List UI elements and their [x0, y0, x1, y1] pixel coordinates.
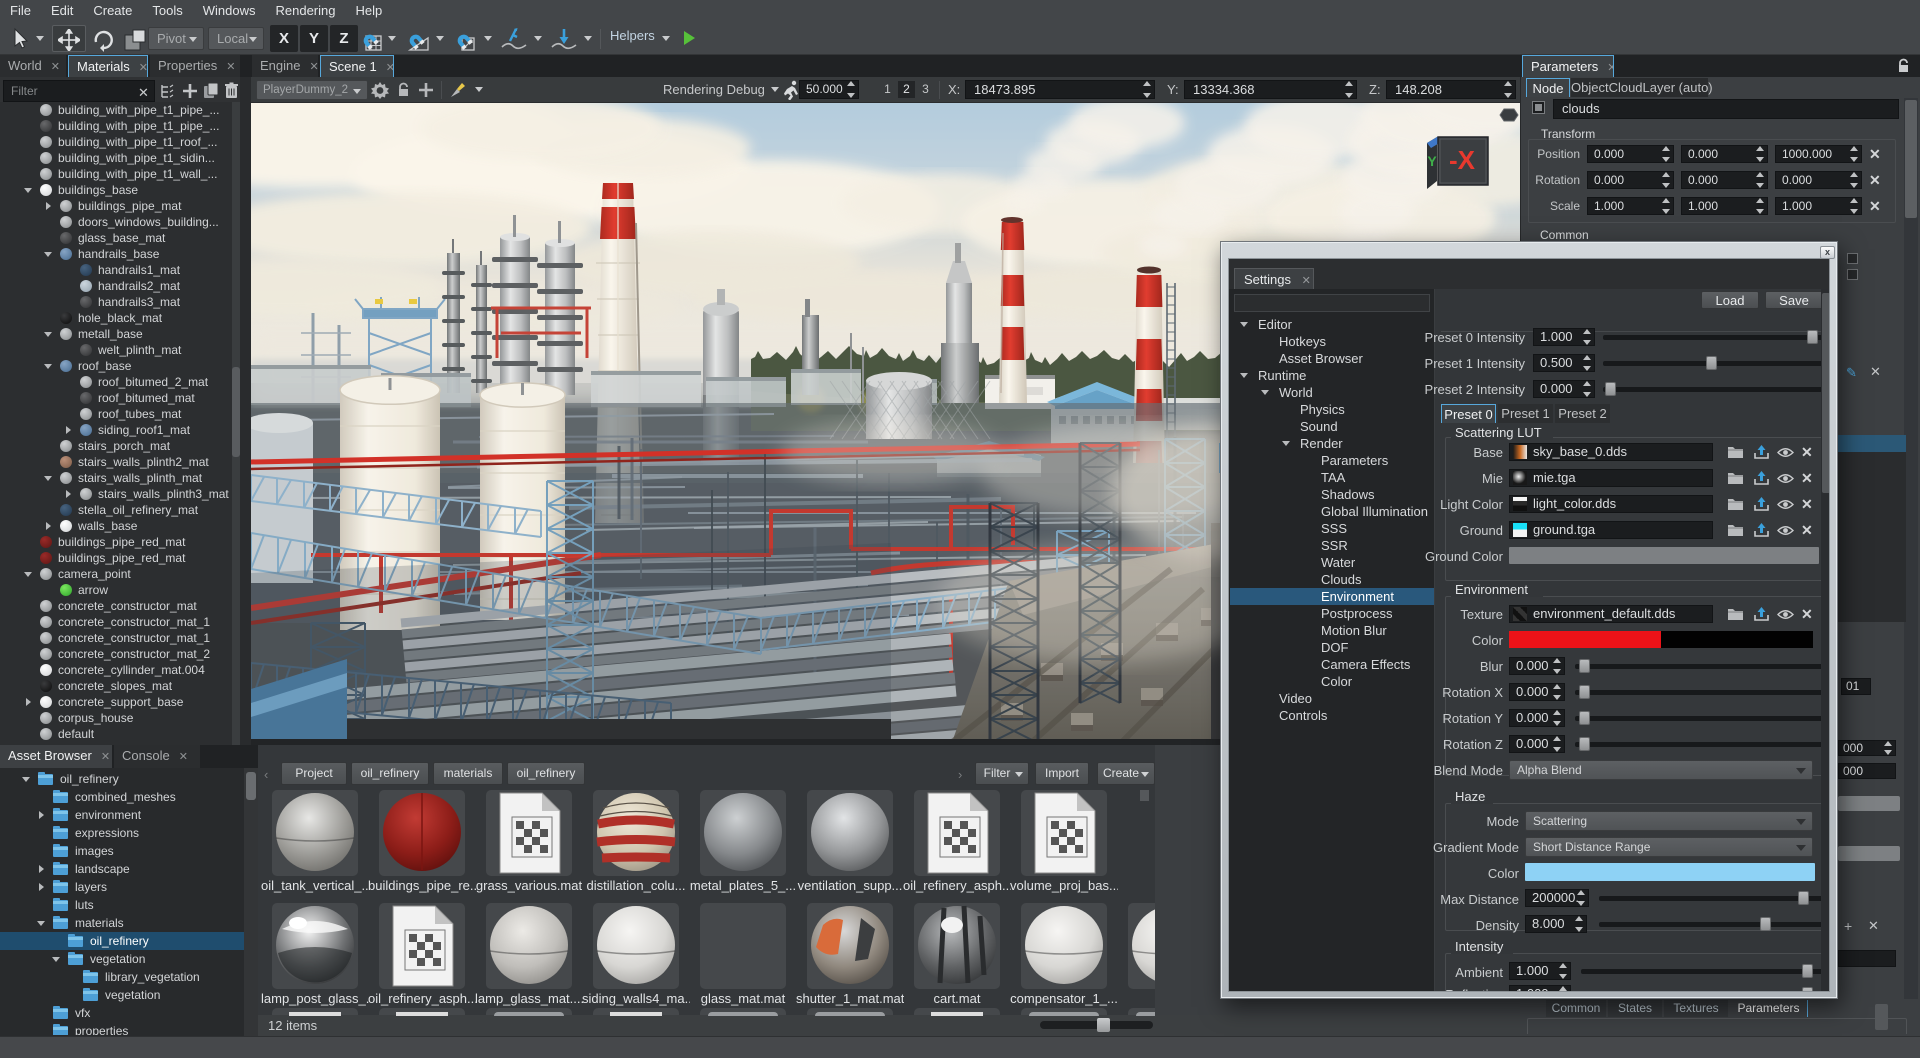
svg-text:-X: -X [1449, 145, 1476, 175]
svg-text:Y: Y [1427, 153, 1437, 169]
